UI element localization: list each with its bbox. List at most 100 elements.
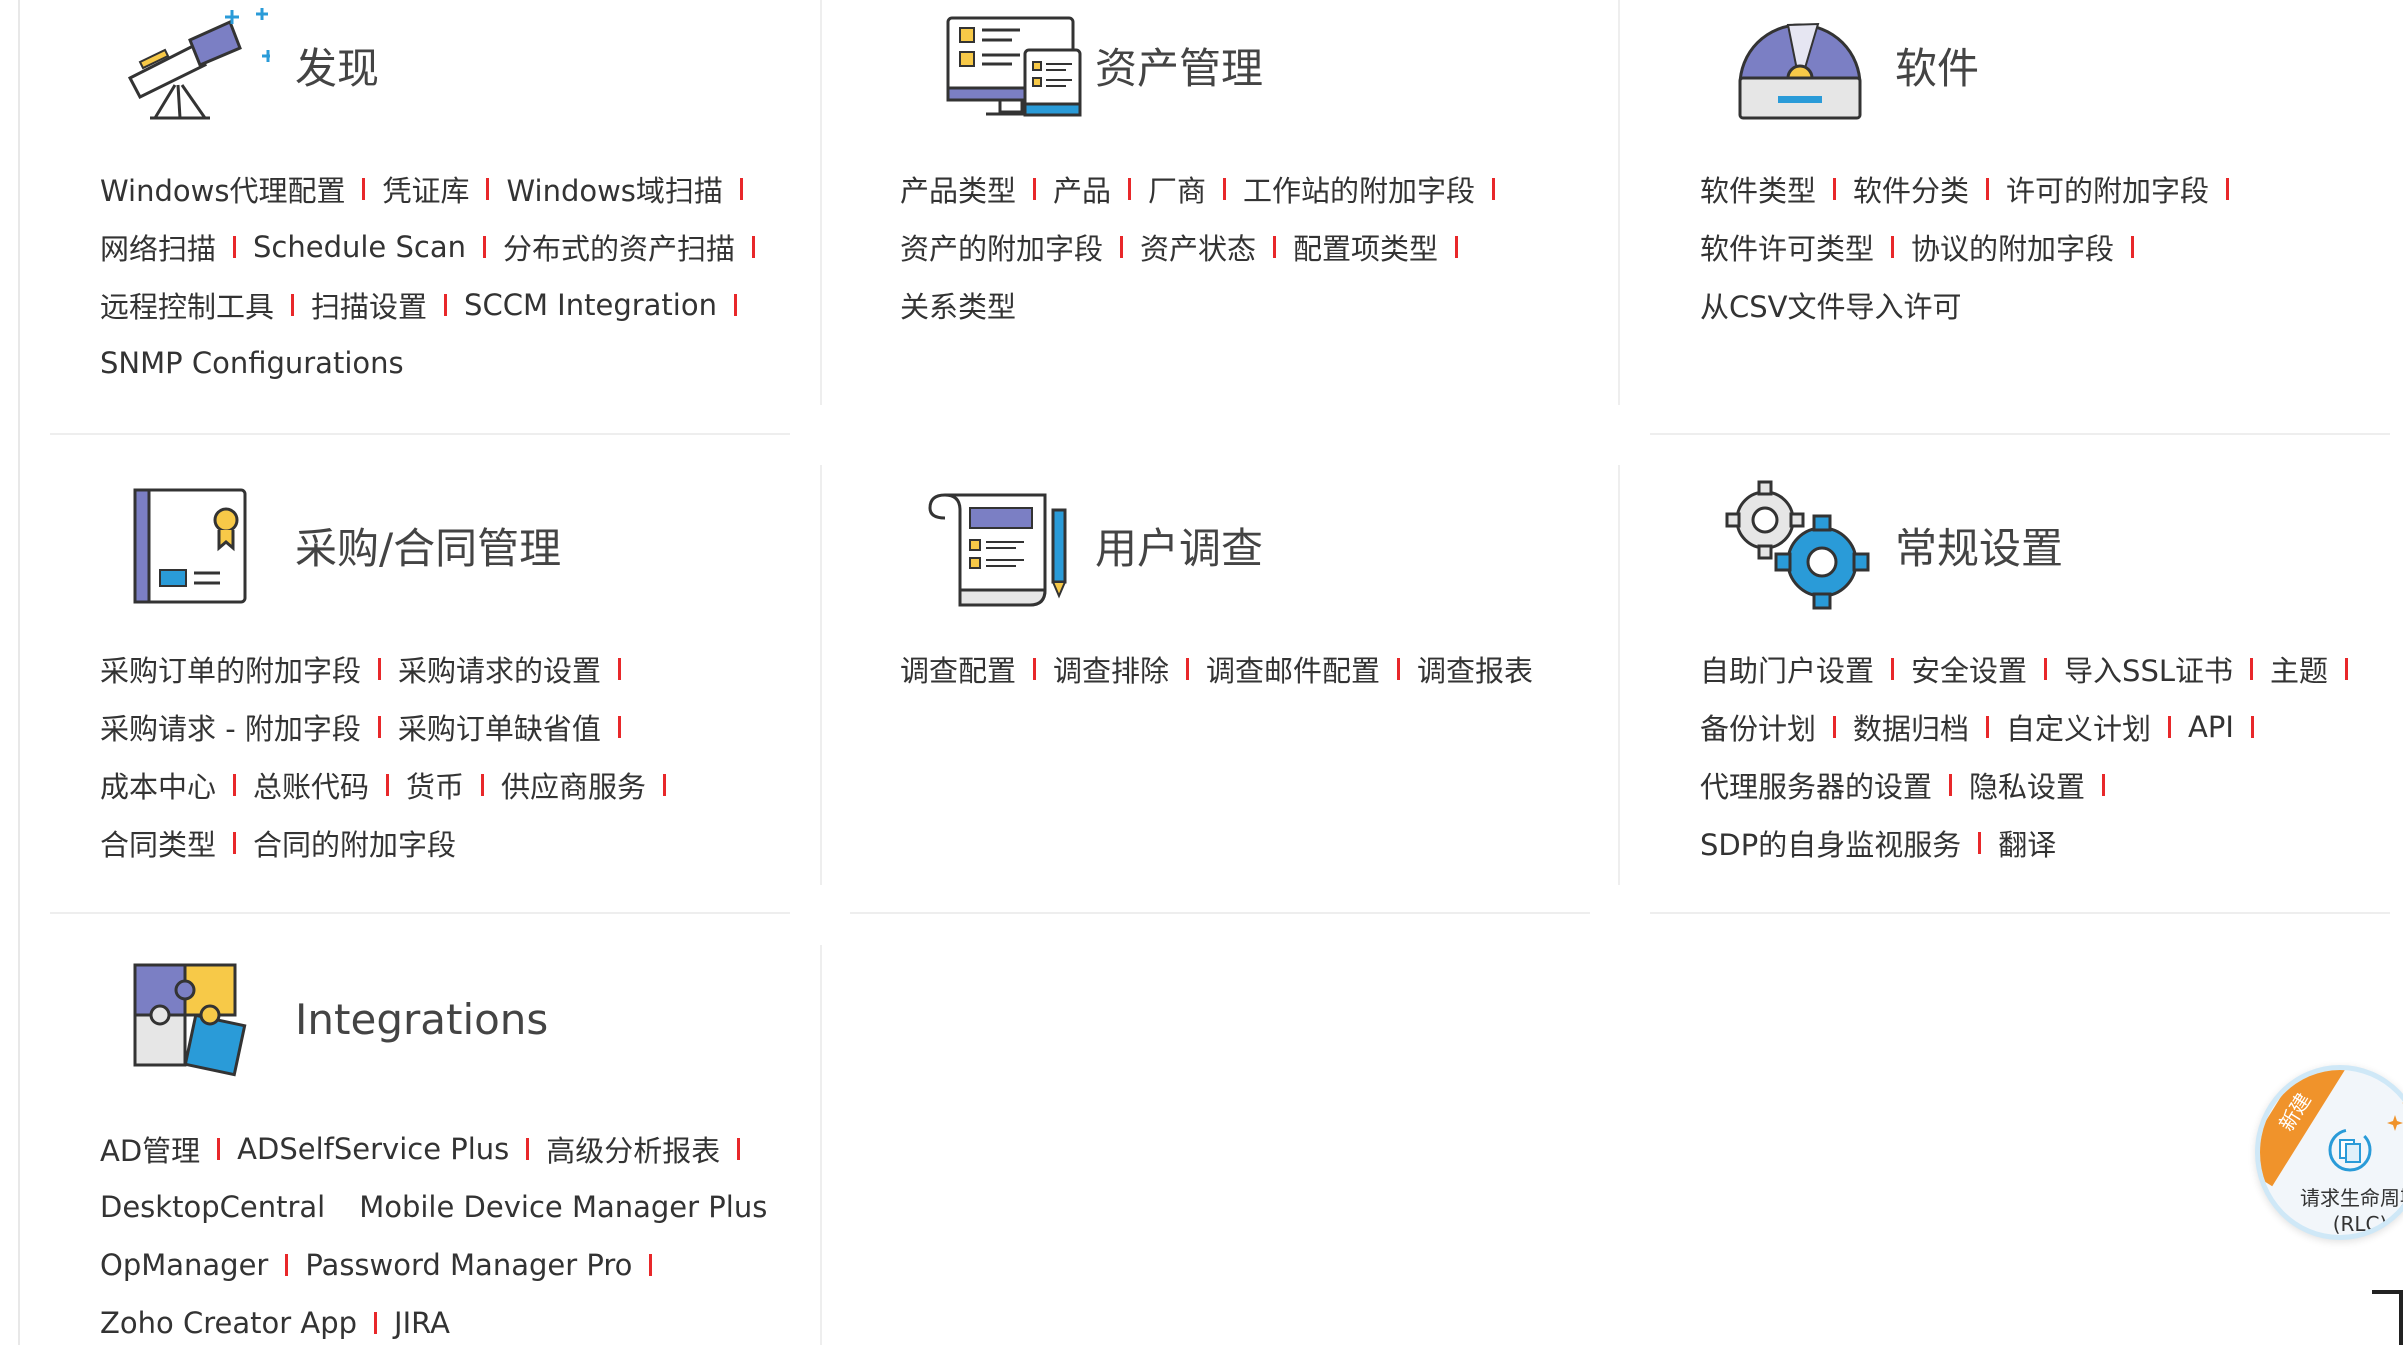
link-separator (737, 1138, 741, 1160)
settings-link[interactable]: OpManager (100, 1248, 268, 1282)
settings-link[interactable]: 货币 (406, 764, 464, 806)
settings-link[interactable]: 资产的附加字段 (900, 226, 1103, 268)
settings-link[interactable]: 采购订单的附加字段 (100, 648, 361, 690)
link-list: Windows代理配置 凭证库 Windows域扫描网络扫描 Schedule Sca… (100, 160, 790, 392)
link-separator (362, 178, 366, 200)
settings-link[interactable]: 许可的附加字段 (2006, 168, 2209, 210)
link-separator (1120, 236, 1124, 258)
link-separator (1128, 178, 1132, 200)
link-separator (481, 774, 485, 796)
link-separator (1833, 716, 1837, 738)
rlc-label-line1: 请求生命周期 (2300, 1186, 2403, 1210)
link-separator (233, 832, 237, 854)
settings-link[interactable]: Windows域扫描 (506, 168, 722, 210)
settings-link[interactable]: 关系类型 (900, 284, 1016, 326)
settings-link[interactable]: 高级分析报表 (546, 1128, 720, 1170)
settings-link[interactable]: 采购请求的设置 (398, 648, 601, 690)
link-row: Windows代理配置 凭证库 Windows域扫描 (100, 160, 790, 218)
settings-link[interactable]: 厂商 (1148, 168, 1206, 210)
settings-link[interactable]: 产品类型 (900, 168, 1016, 210)
settings-link[interactable]: 扫描设置 (311, 284, 427, 326)
link-row: 调查配置 调查排除 调查邮件配置 调查报表 (900, 640, 1590, 698)
rlc-label-line2: (RLC) (2332, 1212, 2388, 1236)
settings-link[interactable]: 主题 (2270, 648, 2328, 690)
link-row: SDP的自身监视服务 翻译 (1700, 814, 2390, 872)
link-separator (1833, 178, 1837, 200)
settings-link[interactable]: SDP的自身监视服务 (1700, 822, 1961, 864)
settings-link[interactable]: 供应商服务 (501, 764, 646, 806)
link-separator (1986, 178, 1990, 200)
settings-link[interactable]: AD管理 (100, 1128, 200, 1170)
settings-link[interactable]: 配置项类型 (1293, 226, 1438, 268)
link-separator (285, 1254, 289, 1276)
settings-link[interactable]: API (2188, 710, 2234, 744)
link-list: AD管理 ADSelfService Plus 高级分析报表 DesktopCentr… (100, 1120, 790, 1345)
link-row: 资产的附加字段 资产状态 配置项类型 (900, 218, 1590, 276)
link-row: 自助门户设置 安全设置 导入SSL证书 主题 (1700, 640, 2390, 698)
settings-link[interactable]: 协议的附加字段 (1911, 226, 2114, 268)
link-separator (377, 716, 381, 738)
settings-link[interactable]: Mobile Device Manager Plus (359, 1190, 767, 1224)
link-separator (233, 236, 237, 258)
settings-link[interactable]: 分布式的资产扫描 (503, 226, 735, 268)
settings-link[interactable]: 调查报表 (1417, 648, 1533, 690)
settings-link[interactable]: 软件类型 (1700, 168, 1816, 210)
settings-link[interactable]: Schedule Scan (253, 230, 466, 264)
settings-link[interactable]: 总账代码 (253, 764, 369, 806)
settings-link[interactable]: 远程控制工具 (100, 284, 274, 326)
settings-link[interactable]: 隐私设置 (1969, 764, 2085, 806)
link-row: 代理服务器的设置 隐私设置 (1700, 756, 2390, 814)
settings-link[interactable]: SCCM Integration (464, 288, 717, 322)
rlc-floating-badge[interactable]: 新建 请求生命周期 (RLC) (2255, 1065, 2403, 1240)
link-separator (1033, 658, 1037, 680)
settings-link[interactable]: 网络扫描 (100, 226, 216, 268)
settings-link[interactable]: 代理服务器的设置 (1700, 764, 1932, 806)
link-separator (378, 658, 382, 680)
settings-link[interactable]: 采购订单缺省值 (398, 706, 601, 748)
settings-link[interactable]: 合同类型 (100, 822, 216, 864)
settings-link[interactable]: 合同的附加字段 (253, 822, 456, 864)
settings-link[interactable]: 自助门户设置 (1700, 648, 1874, 690)
settings-link[interactable]: 软件许可类型 (1700, 226, 1874, 268)
settings-link[interactable]: 安全设置 (1911, 648, 2027, 690)
settings-link[interactable]: 调查排除 (1053, 648, 1169, 690)
settings-link[interactable]: 产品 (1053, 168, 1111, 210)
settings-link[interactable]: 资产状态 (1140, 226, 1256, 268)
panel-integrations: Integrations AD管理 ADSelfService Plus 高级分析报… (50, 960, 790, 1345)
settings-link[interactable]: DesktopCentral (100, 1190, 325, 1224)
settings-link[interactable]: 备份计划 (1700, 706, 1816, 748)
link-separator (1033, 178, 1037, 200)
link-separator (1273, 236, 1277, 258)
link-list: 采购订单的附加字段 采购请求的设置 采购请求 - 附加字段 采购订单缺省值成本中心 总账… (100, 640, 790, 872)
row-divider (50, 912, 790, 914)
rlc-label: 请求生命周期 (RLC) (2280, 1185, 2403, 1236)
link-separator (1223, 178, 1227, 200)
software-disc-icon (1720, 0, 1870, 130)
panel-user-survey: 用户调查 调查配置 调查排除 调查邮件配置 调查报表 (850, 480, 1590, 880)
settings-link[interactable]: 翻译 (1998, 822, 2056, 864)
row-divider (1650, 433, 2390, 435)
settings-link[interactable]: 数据归档 (1853, 706, 1969, 748)
settings-link[interactable]: 调查配置 (900, 648, 1016, 690)
settings-link[interactable]: ADSelfService Plus (237, 1132, 509, 1166)
link-separator (2250, 658, 2254, 680)
settings-link[interactable]: 从CSV文件导入许可 (1700, 284, 1962, 326)
settings-link[interactable]: 凭证库 (382, 168, 469, 210)
settings-link[interactable]: 调查邮件配置 (1206, 648, 1380, 690)
settings-link[interactable]: 成本中心 (100, 764, 216, 806)
settings-link[interactable]: 采购请求 - 附加字段 (100, 706, 361, 748)
settings-link[interactable]: 工作站的附加字段 (1243, 168, 1475, 210)
panel-title: Integrations (295, 995, 549, 1044)
settings-link[interactable]: Password Manager Pro (305, 1248, 632, 1282)
lifecycle-icon (2325, 1125, 2375, 1175)
settings-link[interactable]: 软件分类 (1853, 168, 1969, 210)
column-divider (820, 465, 822, 885)
settings-link[interactable]: JIRA (394, 1306, 450, 1340)
settings-link[interactable]: 自定义计划 (2006, 706, 2151, 748)
settings-link[interactable]: 导入SSL证书 (2064, 648, 2233, 690)
settings-link[interactable]: Windows代理配置 (100, 168, 345, 210)
settings-link[interactable]: Zoho Creator App (100, 1306, 357, 1340)
link-separator (1492, 178, 1496, 200)
settings-link[interactable]: SNMP Configurations (100, 346, 404, 380)
link-separator (739, 178, 743, 200)
